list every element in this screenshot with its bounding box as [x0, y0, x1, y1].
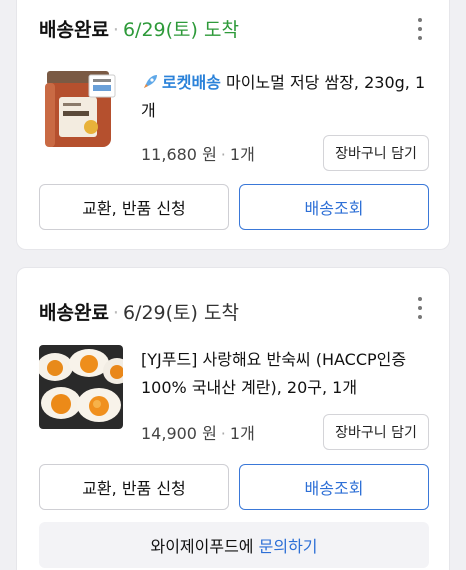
add-to-cart-button[interactable]: 장바구니 담기 [323, 135, 429, 171]
order-header: 배송완료 · 6/29(토) 도착 [39, 15, 239, 42]
product-thumbnail[interactable] [39, 345, 123, 429]
separator-dot: · [112, 19, 119, 41]
quantity: 1개 [229, 424, 255, 443]
exchange-return-button[interactable]: 교환, 반품 신청 [39, 184, 229, 230]
rocket-delivery-badge: 로켓배송 [141, 73, 221, 92]
delivery-status: 배송완료 [39, 302, 109, 324]
inquiry-prefix: 와이제이푸드에 [150, 537, 259, 556]
product-thumbnail[interactable] [39, 67, 123, 151]
order-card: 배송완료 · 6/29(토) 도착 로켓배송 마이노멀 저당 쌈장, 230g, 1… [16, 0, 450, 250]
order-card: 배송완료 · 6/29(토) 도착 [YJ푸드] 사랑해요 반숙씨 (HACCP인증… [16, 267, 450, 570]
inquiry-link[interactable]: 문의하기 [259, 533, 318, 557]
price-quantity: 14,900 원 · 1개 [141, 420, 255, 444]
arrival-date: 6/29(토) 도착 [122, 19, 239, 41]
exchange-return-button[interactable]: 교환, 반품 신청 [39, 464, 229, 510]
order-header: 배송완료 · 6/29(토) 도착 [39, 298, 239, 325]
track-delivery-button[interactable]: 배송조회 [239, 184, 429, 230]
price-quantity: 11,680 원 · 1개 [141, 141, 255, 165]
separator-dot: · [220, 424, 226, 443]
separator-dot: · [112, 302, 119, 324]
product-name[interactable]: [YJ푸드] 사랑해요 반숙씨 (HACCP인증 100% 국내산 계란), 2… [141, 346, 431, 402]
product-name[interactable]: 로켓배송 마이노멀 저당 쌈장, 230g, 1개 [141, 69, 431, 125]
delivery-status: 배송완료 [39, 19, 109, 41]
price: 14,900 원 [141, 424, 217, 443]
more-options-icon[interactable] [417, 18, 423, 40]
more-options-icon[interactable] [417, 297, 423, 319]
boiled-eggs-image [39, 345, 123, 429]
seller-inquiry-button[interactable]: 와이제이푸드에 문의하기 [39, 522, 429, 568]
quantity: 1개 [229, 145, 255, 164]
arrival-date: 6/29(토) 도착 [122, 302, 239, 324]
ssamjang-jar-image [39, 67, 123, 151]
rocket-icon [144, 75, 157, 88]
track-delivery-button[interactable]: 배송조회 [239, 464, 429, 510]
price: 11,680 원 [141, 145, 217, 164]
separator-dot: · [220, 145, 226, 164]
rocket-label: 로켓배송 [162, 73, 221, 92]
add-to-cart-button[interactable]: 장바구니 담기 [323, 414, 429, 450]
